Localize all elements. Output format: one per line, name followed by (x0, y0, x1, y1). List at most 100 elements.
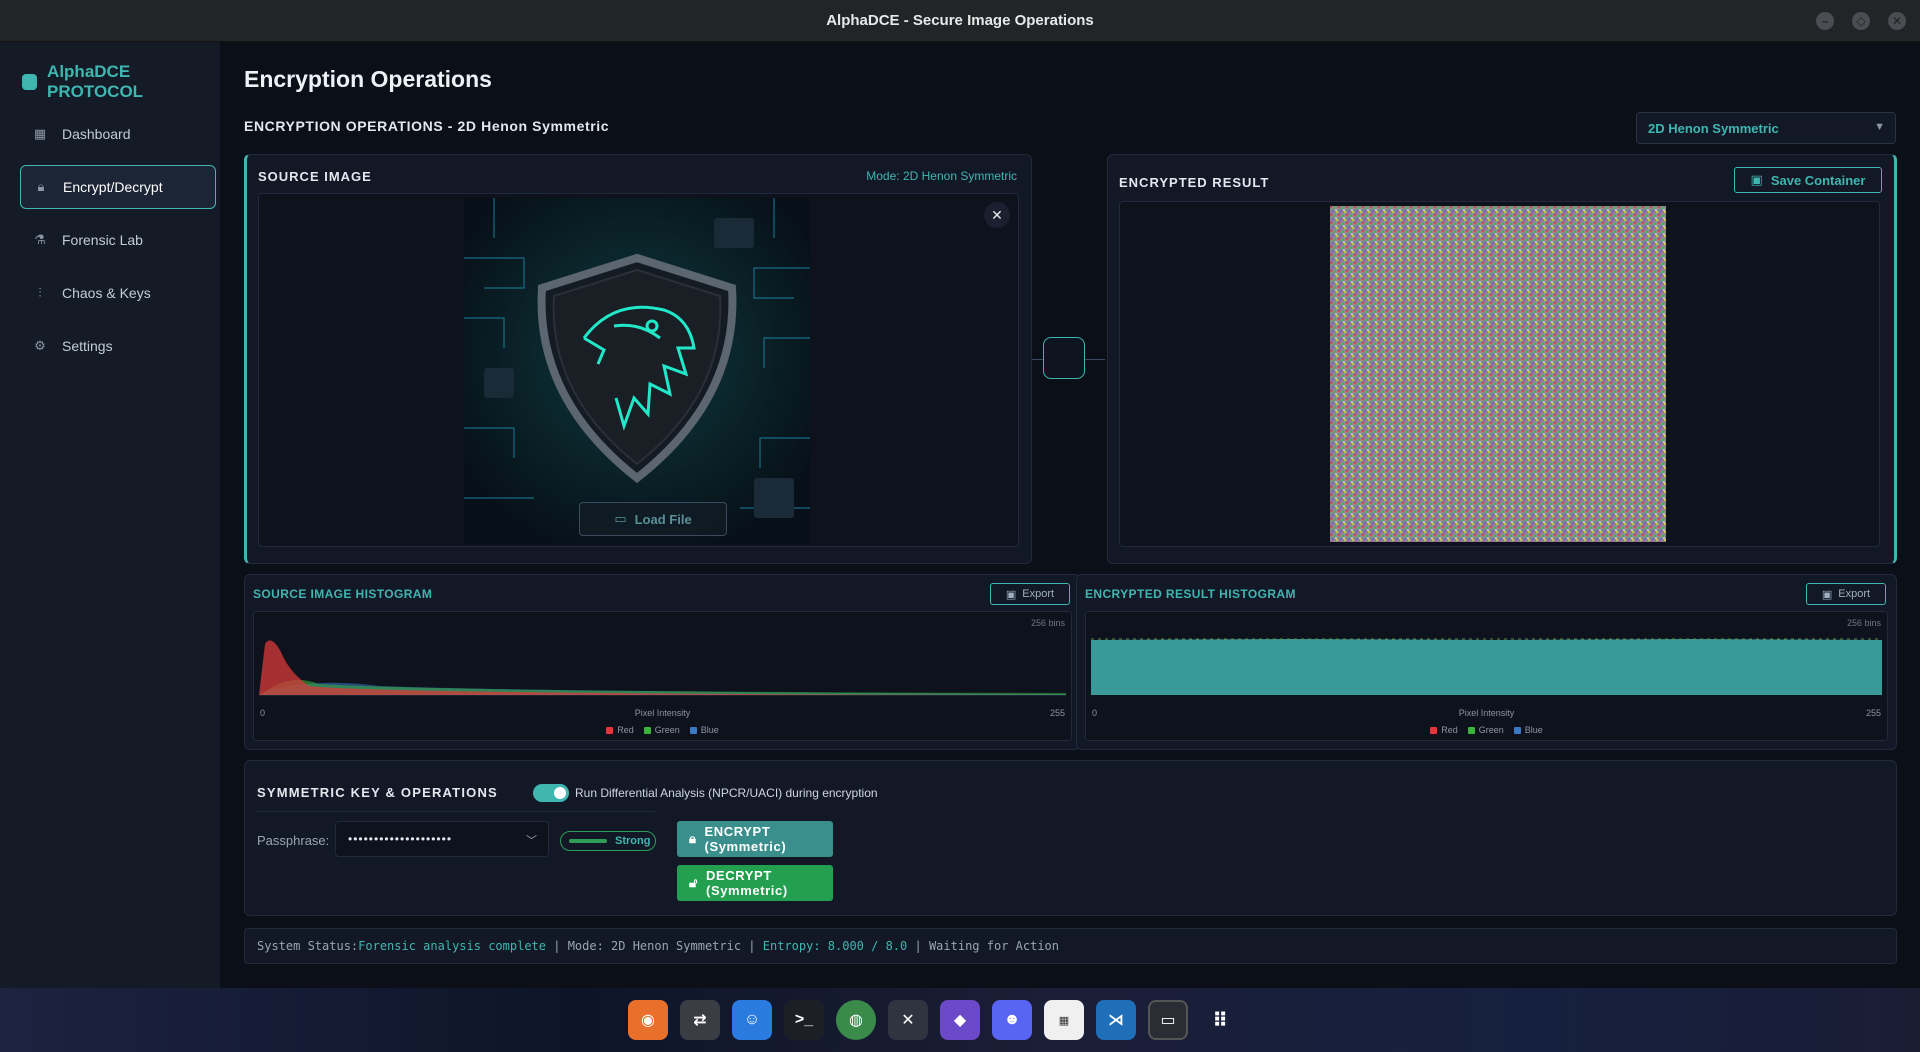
status-mode: Mode: 2D Henon Symmetric (567, 939, 742, 953)
source-image-panel: SOURCE IMAGE Mode: 2D Henon Symmetric ✕ … (244, 154, 1032, 564)
bottle-icon[interactable]: ◍ (836, 1000, 876, 1040)
differential-analysis-toggle[interactable] (533, 784, 569, 802)
terminal-icon[interactable]: >_ (784, 1000, 824, 1040)
status-bar: System Status: Forensic analysis complet… (244, 928, 1897, 964)
toggle-label: Run Differential Analysis (NPCR/UACI) du… (575, 786, 878, 800)
mode-select[interactable]: 2D Henon Symmetric ▼ (1636, 112, 1896, 144)
calendar-icon[interactable]: ▦ (1044, 1000, 1084, 1040)
flask-icon: ⚗ (34, 232, 46, 247)
export-button[interactable]: ▣ Export (990, 583, 1070, 605)
axis-label: Pixel Intensity (1458, 708, 1515, 718)
axis-max: 255 (1049, 708, 1065, 718)
unlock-icon: 🔓︎ (689, 875, 699, 890)
legend-green: Green (643, 725, 680, 735)
save-icon: ▣ (1005, 588, 1017, 601)
sliders-icon: ⫶ (38, 285, 42, 300)
export-button[interactable]: ▣ Export (1806, 583, 1886, 605)
panel-title: ENCRYPTED RESULT HISTOGRAM (1085, 587, 1296, 601)
encrypted-histogram-chart: 256 bins 0 Pixel Intensity 255 Red Green… (1085, 611, 1888, 741)
panel-title: SYMMETRIC KEY & OPERATIONS (257, 785, 498, 800)
legend-red: Red (1430, 725, 1458, 735)
legend-blue: Blue (689, 725, 719, 735)
sidebar-item-encrypt-decrypt[interactable]: 🔒︎ Encrypt/Decrypt (20, 165, 216, 209)
legend-red: Red (606, 725, 634, 735)
status-entropy: Entropy: 8.000 / 8.0 (762, 939, 908, 953)
source-histogram-plot (259, 640, 1066, 696)
encrypted-histogram-plot (1091, 638, 1882, 695)
legend: Red Green Blue (1086, 725, 1887, 735)
network-icon[interactable]: ⇄ (680, 1000, 720, 1040)
dashboard-icon: ▦ (33, 126, 47, 141)
sidebar-item-label: Encrypt/Decrypt (63, 179, 163, 195)
bins-label: 256 bins (1030, 618, 1065, 628)
maximize-icon[interactable]: ◇ (1852, 12, 1870, 30)
sidebar-nav: ▦ Dashboard 🔒︎ Encrypt/Decrypt ⚗ Forensi… (20, 112, 216, 377)
encrypted-result-panel: ENCRYPTED RESULT ▣ Save Container (1107, 154, 1897, 564)
discord-icon[interactable]: ☻ (992, 1000, 1032, 1040)
dock: ◉ ⇄ ☺ >_ ◍ ✕ ◆ ☻ ▦ ⋊ ▭ ⠿ (628, 994, 1240, 1046)
obsidian-icon[interactable]: ◆ (940, 1000, 980, 1040)
flat-series (1091, 639, 1882, 695)
bins-label: 256 bins (1846, 618, 1881, 628)
sidebar-item-forensic-lab[interactable]: ⚗ Forensic Lab (20, 218, 216, 262)
status-action: Waiting for Action (928, 939, 1059, 953)
source-histogram-panel: SOURCE IMAGE HISTOGRAM ▣ Export 256 bins… (244, 574, 1081, 750)
firefox-icon[interactable]: ◉ (628, 1000, 668, 1040)
encrypted-noise-image (1330, 206, 1666, 542)
legend: Red Green Blue (254, 725, 1071, 735)
mode-tag: Mode: 2D Henon Symmetric (866, 169, 1017, 183)
encrypt-button[interactable]: 🔒︎ ENCRYPT (Symmetric) (677, 821, 833, 857)
source-image-area[interactable]: ✕ ▭ Load File (258, 193, 1019, 547)
app-grid-icon[interactable]: ⠿ (1200, 1000, 1240, 1040)
sidebar-item-label: Chaos & Keys (62, 285, 151, 301)
source-image (464, 198, 810, 544)
brand-name: AlphaDCE PROTOCOL (47, 62, 144, 101)
main-content: Encryption Operations ENCRYPTION OPERATI… (220, 42, 1920, 988)
load-file-button[interactable]: ▭ Load File (579, 502, 727, 536)
shield-logo-icon (22, 74, 38, 90)
remove-image-button[interactable]: ✕ (984, 202, 1010, 228)
brand: AlphaDCE PROTOCOL (22, 62, 220, 102)
sidebar-item-chaos-keys[interactable]: ⫶ Chaos & Keys (20, 271, 216, 315)
finder-icon[interactable]: ☺ (732, 1000, 772, 1040)
divider (255, 811, 655, 812)
lock-icon: 🔒︎ (689, 831, 697, 846)
minimize-icon[interactable]: – (1816, 12, 1834, 30)
passphrase-input[interactable]: •••••••••••••••••••• ﹀ (335, 821, 549, 857)
folder-icon: ▭ (614, 511, 627, 526)
sidebar-item-label: Settings (62, 338, 113, 354)
panel-title: ENCRYPTED RESULT (1119, 175, 1270, 190)
save-icon: ▣ (1750, 172, 1763, 187)
gear-icon: ⚙ (34, 338, 46, 353)
window-title: AlphaDCE - Secure Image Operations (826, 12, 1094, 29)
encrypted-image-area (1119, 201, 1880, 547)
key-operations-panel: SYMMETRIC KEY & OPERATIONS Run Different… (244, 760, 1897, 916)
passphrase-label: Passphrase: (257, 833, 330, 848)
save-container-button[interactable]: ▣ Save Container (1734, 167, 1882, 193)
process-connector (1043, 337, 1085, 379)
sidebar-item-dashboard[interactable]: ▦ Dashboard (20, 112, 216, 156)
lock-icon: 🔒︎ (37, 179, 45, 194)
mode-select-value: 2D Henon Symmetric (1648, 120, 1779, 136)
strength-badge: Strong (560, 831, 656, 851)
strength-bar (569, 839, 607, 843)
decrypt-button[interactable]: 🔓︎ DECRYPT (Symmetric) (677, 865, 833, 901)
panel-title: SOURCE IMAGE (258, 169, 372, 184)
chevron-down-icon[interactable]: ﹀ (526, 832, 538, 848)
section-heading: ENCRYPTION OPERATIONS - 2D Henon Symmetr… (244, 118, 610, 134)
tools-icon[interactable]: ✕ (888, 1000, 928, 1040)
vscode-icon[interactable]: ⋊ (1096, 1000, 1136, 1040)
sidebar-item-label: Dashboard (62, 126, 131, 142)
window-controls: – ◇ ✕ (1816, 12, 1906, 30)
encrypted-histogram-panel: ENCRYPTED RESULT HISTOGRAM ▣ Export 256 … (1076, 574, 1897, 750)
window-titlebar: AlphaDCE - Secure Image Operations – ◇ ✕ (0, 0, 1920, 42)
save-icon: ▣ (1821, 588, 1833, 601)
status-label: System Status: (257, 939, 359, 953)
close-icon[interactable]: ✕ (1888, 12, 1906, 30)
connector-arrow-icon (1085, 359, 1105, 360)
source-histogram-chart: 256 bins 0 Pixel Intensity 255 Red Green… (253, 611, 1072, 741)
sidebar-item-label: Forensic Lab (62, 232, 143, 248)
sidebar-item-settings[interactable]: ⚙ Settings (20, 324, 216, 368)
status-state: Forensic analysis complete (358, 939, 546, 953)
monitor-icon[interactable]: ▭ (1148, 1000, 1188, 1040)
